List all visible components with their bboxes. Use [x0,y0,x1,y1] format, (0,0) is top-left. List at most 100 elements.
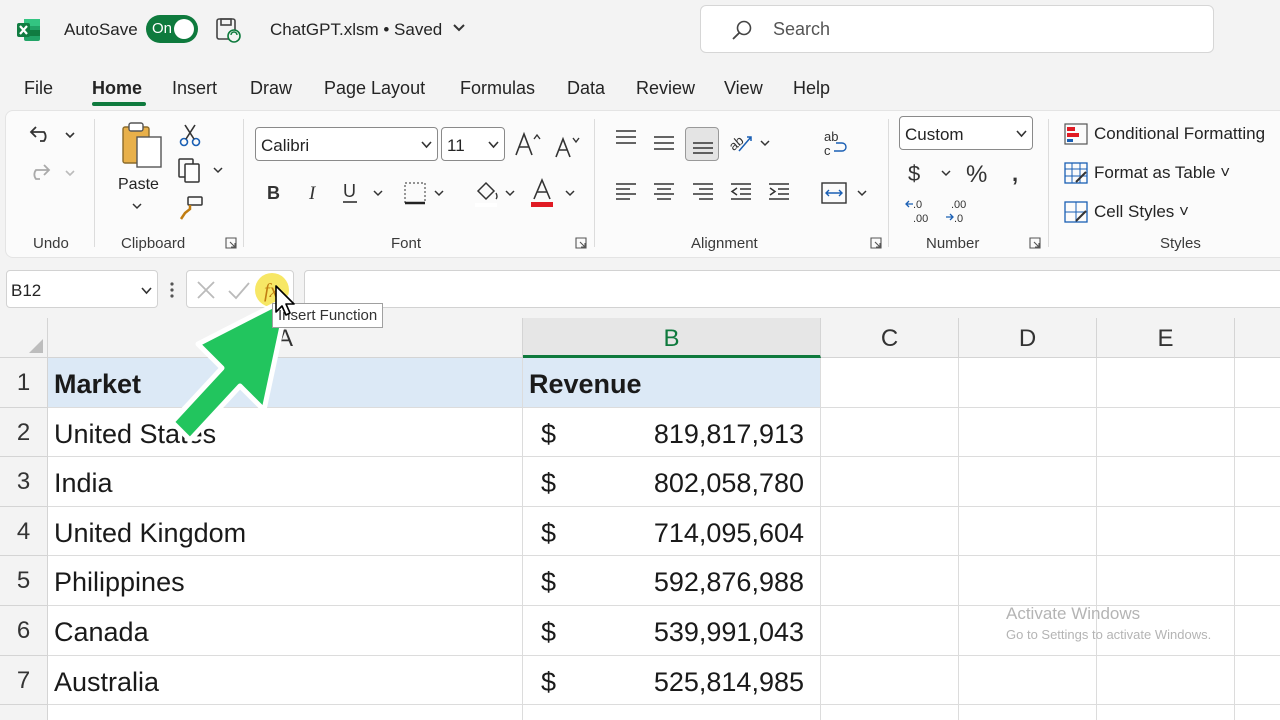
column-header-b[interactable]: B [523,318,821,358]
grid-cell[interactable] [959,655,1097,706]
tab-review[interactable]: Review [636,78,695,99]
format-as-table-button[interactable]: Format as Table ˅ [1064,160,1280,186]
tab-data[interactable]: Data [567,78,605,99]
grid-cell[interactable] [821,358,959,408]
increase-decimal-icon[interactable]: .0.00 [904,197,934,225]
paste-chevron-icon[interactable] [131,201,143,211]
revenue-cell[interactable]: $802,058,780 [523,457,821,507]
bold-icon[interactable]: B [264,181,284,203]
grid-cell[interactable] [1235,358,1280,408]
italic-icon[interactable]: I [304,181,324,203]
paste-label[interactable]: Paste [118,176,159,194]
cell-styles-button[interactable]: Cell Styles ˅ [1064,199,1280,225]
column-header-e[interactable]: E [1097,318,1235,358]
autosave-toggle[interactable]: On [146,15,198,43]
row-header[interactable]: 3 [0,457,48,507]
align-middle-icon[interactable] [651,131,677,155]
grid-cell[interactable] [1235,556,1280,606]
grid-cell[interactable] [959,556,1097,606]
font-launcher-icon[interactable] [575,237,587,249]
grid-cell[interactable] [1097,457,1235,507]
grid-cell[interactable] [821,407,959,458]
increase-indent-icon[interactable] [766,179,792,203]
borders-icon[interactable] [401,179,451,207]
grid-cell[interactable] [821,655,959,706]
column-header-next[interactable] [1235,318,1280,358]
redo-icon[interactable] [26,159,82,187]
fill-color-icon[interactable] [472,177,522,209]
copy-icon[interactable] [176,157,226,183]
grid-cell[interactable] [1235,656,1280,706]
select-all-corner[interactable] [0,318,48,358]
grid-cell[interactable] [821,457,959,507]
chevron-down-icon[interactable] [452,21,466,35]
tab-draw[interactable]: Draw [250,78,292,99]
align-center-icon[interactable] [651,179,677,203]
grid-cell[interactable] [821,606,959,656]
percent-style-icon[interactable]: % [964,159,994,189]
grid-cell[interactable] [48,705,523,720]
name-box[interactable]: B12 [6,270,158,308]
grid-cell[interactable] [959,457,1097,507]
save-sync-icon[interactable] [214,16,242,44]
tab-file[interactable]: File [24,78,53,99]
search-box[interactable]: Search [700,5,1214,53]
grid-cell[interactable] [523,705,821,720]
tab-help[interactable]: Help [793,78,830,99]
header-cell-revenue[interactable]: Revenue [523,358,821,408]
tab-home[interactable]: Home [92,78,142,99]
cut-icon[interactable] [178,123,202,147]
row-header[interactable]: 1 [0,358,48,408]
accounting-format-icon[interactable]: $ [906,159,956,189]
comma-style-icon[interactable]: , [1008,159,1028,189]
grid-cell[interactable] [1235,457,1280,507]
revenue-cell[interactable]: $592,876,988 [523,556,821,606]
row-header[interactable] [0,705,48,720]
grid-cell[interactable] [1097,705,1235,720]
font-size-dropdown[interactable]: 11 [441,127,505,161]
wrap-text-icon[interactable]: abc [822,129,848,159]
revenue-cell[interactable]: $819,817,913 [523,407,821,458]
underline-icon[interactable]: U [340,181,390,205]
format-painter-icon[interactable] [178,195,204,221]
market-cell[interactable]: Australia [48,655,523,706]
paste-icon[interactable] [119,121,165,171]
market-cell[interactable]: Philippines [48,556,523,606]
tab-page-layout[interactable]: Page Layout [324,78,425,99]
row-header[interactable]: 6 [0,606,48,656]
font-color-icon[interactable] [528,177,578,209]
decrease-indent-icon[interactable] [728,179,754,203]
grid-cell[interactable] [1097,407,1235,458]
tab-insert[interactable]: Insert [172,78,217,99]
row-header[interactable]: 5 [0,556,48,606]
formula-input[interactable] [304,270,1280,308]
grid-cell[interactable] [821,506,959,557]
row-header[interactable]: 2 [0,407,48,458]
revenue-cell[interactable]: $539,991,043 [523,606,821,656]
chevron-down-icon[interactable] [141,285,152,296]
grid-cell[interactable] [1235,606,1280,656]
market-cell[interactable]: United Kingdom [48,506,523,557]
column-header-c[interactable]: C [821,318,959,358]
number-format-dropdown[interactable]: Custom [899,116,1033,150]
grid-cell[interactable] [959,506,1097,557]
grid-cell[interactable] [1235,408,1280,458]
file-title[interactable]: ChatGPT.xlsm • Saved [270,20,442,40]
merge-center-icon[interactable] [820,179,870,207]
grid-cell[interactable] [821,705,959,720]
increase-font-size-icon[interactable] [513,131,543,159]
tab-view[interactable]: View [724,78,763,99]
column-header-d[interactable]: D [959,318,1097,358]
row-header[interactable]: 4 [0,506,48,557]
conditional-formatting-button[interactable]: Conditional Formatting [1064,121,1280,147]
market-cell[interactable]: India [48,457,523,507]
grid-cell[interactable] [1097,655,1235,706]
undo-icon[interactable] [26,121,82,149]
grid-cell[interactable] [1097,358,1235,408]
decrease-decimal-icon[interactable]: .00.0 [944,197,974,225]
tab-formulas[interactable]: Formulas [460,78,535,99]
grid-cell[interactable] [1097,556,1235,606]
grid-cell[interactable] [1235,507,1280,557]
orientation-icon[interactable]: ab [727,129,775,157]
align-left-icon[interactable] [613,179,639,203]
